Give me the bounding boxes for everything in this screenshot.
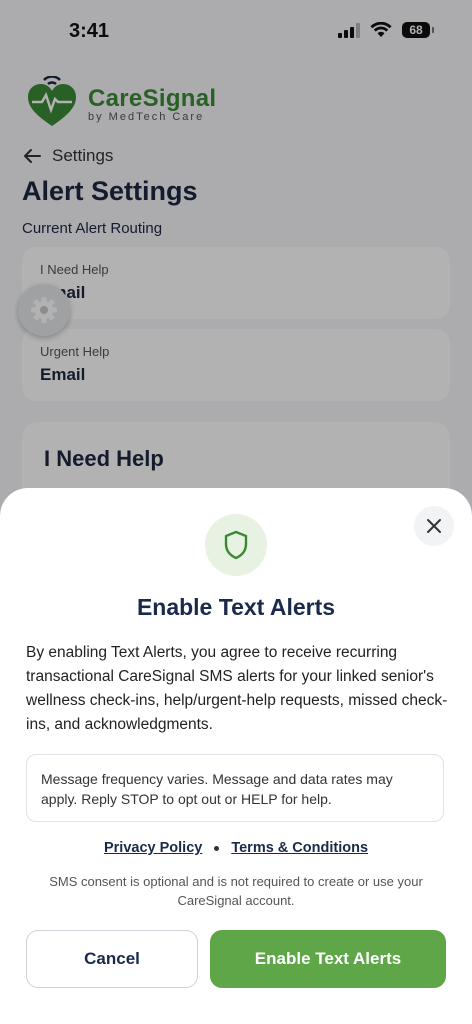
consent-note: SMS consent is optional and is not requi… (49, 874, 423, 908)
cancel-button[interactable]: Cancel (26, 930, 198, 988)
terms-link[interactable]: Terms & Conditions (231, 840, 368, 856)
shield-icon (224, 530, 248, 560)
modal-title: Enable Text Alerts (136, 594, 336, 620)
close-icon (427, 519, 441, 533)
enable-text-alerts-button[interactable]: Enable Text Alerts (210, 930, 446, 988)
rates-notice: Message frequency varies. Message and da… (26, 754, 444, 822)
shield-badge (205, 514, 267, 576)
modal-body: By enabling Text Alerts, you agree to re… (26, 644, 448, 733)
separator-dot (214, 845, 220, 851)
privacy-policy-link[interactable]: Privacy Policy (104, 840, 202, 856)
close-button[interactable] (414, 506, 454, 546)
legal-links: Privacy Policy Terms & Conditions (0, 840, 472, 856)
